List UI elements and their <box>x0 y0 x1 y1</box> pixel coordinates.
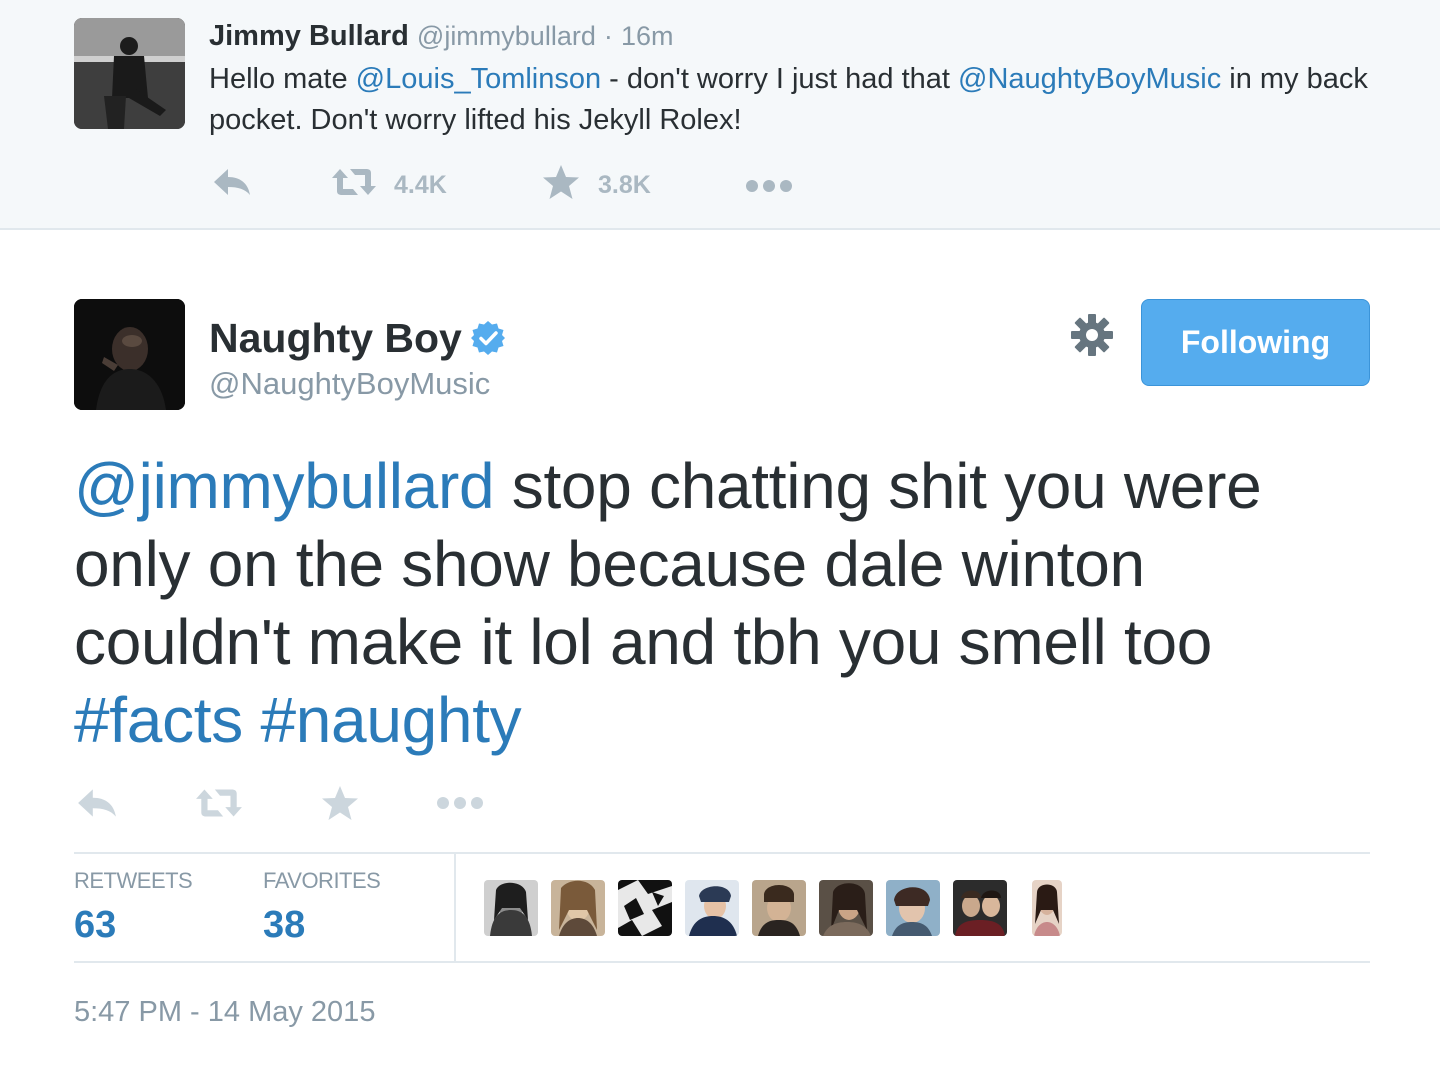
favoriter-avatars <box>484 880 1084 936</box>
main-tweet-handle[interactable]: @NaughtyBoyMusic <box>209 366 490 402</box>
main-retweet-button[interactable] <box>194 780 244 830</box>
top-favorite-button[interactable]: 3.8K <box>542 160 651 210</box>
favoriter-avatar[interactable] <box>953 880 1007 936</box>
favoriter-avatar[interactable] <box>484 880 538 936</box>
user-actions-gear-button[interactable] <box>1068 313 1116 361</box>
more-dots-icon <box>745 171 793 200</box>
reply-icon <box>212 167 252 204</box>
retweet-icon <box>330 167 378 204</box>
top-tweet-time[interactable]: 16m <box>621 21 674 51</box>
reply-icon <box>76 787 118 824</box>
hashtag-naughty[interactable]: #naughty <box>260 684 521 756</box>
more-dots-icon <box>436 796 484 815</box>
main-tweet-actions <box>0 780 600 830</box>
favoriter-avatar[interactable] <box>819 880 873 936</box>
top-retweet-count: 4.4K <box>394 170 447 199</box>
top-tweet-dot: · <box>603 21 613 51</box>
favoriter-avatar[interactable] <box>752 880 806 936</box>
favoriter-avatar[interactable] <box>685 880 739 936</box>
following-button[interactable]: Following <box>1141 299 1370 386</box>
main-reply-button[interactable] <box>76 780 118 830</box>
top-tweet-text: Hello mate @Louis_Tomlinson - don't worr… <box>209 59 1399 141</box>
retweets-count: 63 <box>74 904 117 946</box>
retweets-label: RETWEETS <box>74 868 193 893</box>
retweet-icon <box>194 787 244 824</box>
gear-icon <box>1070 313 1114 362</box>
top-tweet-text-part2: - don't worry I just had that <box>601 63 959 95</box>
top-more-button[interactable] <box>745 160 793 210</box>
favorite-star-icon <box>321 785 359 826</box>
favorites-count: 38 <box>263 904 306 946</box>
reply-context-tweet: Jimmy Bullard @jimmybullard · 16m Hello … <box>0 0 1440 230</box>
main-tweet-text: @jimmybullard stop chatting shit you wer… <box>74 447 1374 759</box>
favorite-star-icon <box>542 164 580 207</box>
stats-vertical-separator <box>454 854 456 961</box>
top-tweet-text-part1: Hello mate <box>209 63 356 95</box>
favorites-label: FAVORITES <box>263 868 381 893</box>
retweets-stat[interactable]: RETWEETS 63 <box>74 868 193 947</box>
favorites-stat[interactable]: FAVORITES 38 <box>263 868 381 947</box>
tweet-timestamp[interactable]: 5:47 PM - 14 May 2015 <box>74 996 375 1029</box>
main-tweet-author-name[interactable]: Naughty Boy <box>209 315 462 362</box>
stats-divider-top <box>74 852 1370 854</box>
top-retweet-button[interactable]: 4.4K <box>330 160 447 210</box>
top-reply-button[interactable] <box>212 160 252 210</box>
favoriter-avatar[interactable] <box>886 880 940 936</box>
top-tweet-actions: 4.4K 3.8K <box>0 160 900 210</box>
main-favorite-button[interactable] <box>321 780 359 830</box>
main-tweet-avatar[interactable] <box>74 299 185 410</box>
mention-naughtyboymusic[interactable]: @NaughtyBoyMusic <box>958 63 1221 95</box>
favoriter-avatar[interactable] <box>618 880 672 936</box>
top-tweet-handle[interactable]: @jimmybullard <box>417 21 596 51</box>
hashtag-facts[interactable]: #facts <box>74 684 243 756</box>
favoriter-avatar[interactable] <box>551 880 605 936</box>
top-tweet-author-name[interactable]: Jimmy Bullard <box>209 20 409 52</box>
verified-badge-icon <box>470 320 506 356</box>
stats-divider-bottom <box>74 961 1370 963</box>
mention-louis-tomlinson[interactable]: @Louis_Tomlinson <box>356 63 601 95</box>
main-tweet-name-row: Naughty Boy <box>209 312 506 364</box>
top-favorite-count: 3.8K <box>598 170 651 199</box>
top-tweet-avatar[interactable] <box>74 18 185 129</box>
main-more-button[interactable] <box>436 780 484 830</box>
favoriter-avatar[interactable] <box>1032 880 1062 936</box>
mention-jimmybullard[interactable]: @jimmybullard <box>74 450 495 522</box>
top-tweet-header: Jimmy Bullard @jimmybullard · 16m <box>209 18 674 54</box>
